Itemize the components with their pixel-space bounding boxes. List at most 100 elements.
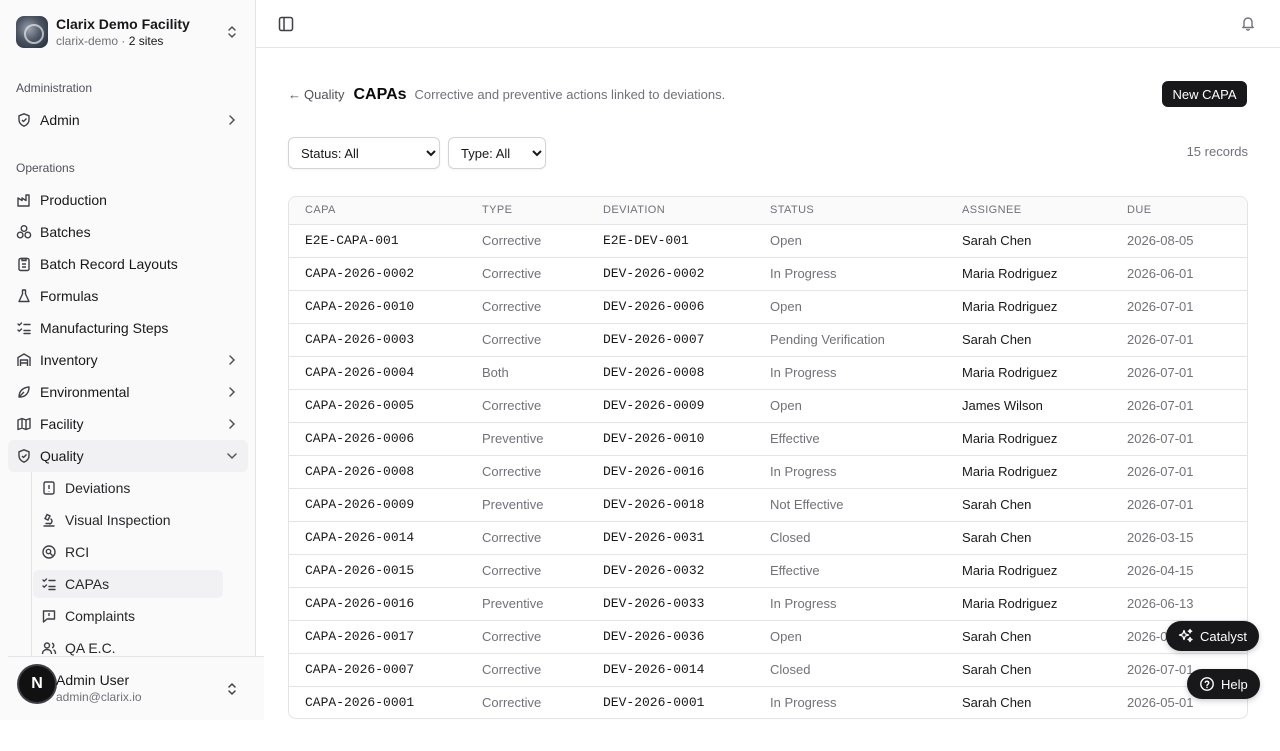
sidebar-item-deviations[interactable]: Deviations: [33, 474, 223, 502]
sidebar-item-manufacturing-steps[interactable]: Manufacturing Steps: [8, 312, 248, 344]
column-header-capa[interactable]: CAPA: [289, 197, 466, 225]
user-email: admin@clarix.io: [56, 690, 142, 704]
deviation-id-cell[interactable]: DEV-2026-0009: [587, 389, 754, 422]
sidebar-item-quality[interactable]: Quality: [8, 440, 248, 472]
assignee-cell: Sarah Chen: [962, 332, 1032, 347]
capa-id-cell[interactable]: CAPA-2026-0017: [289, 620, 466, 653]
due-date-cell: 2026-07-01: [1127, 299, 1194, 314]
due-date-cell: 2026-08-05: [1127, 233, 1194, 248]
table-row[interactable]: CAPA-2026-0003 Corrective DEV-2026-0007 Pen…: [289, 323, 1247, 356]
bell-icon[interactable]: [1240, 15, 1256, 31]
table-row[interactable]: E2E-CAPA-001 Corrective E2E-DEV-001 Open Sar…: [289, 224, 1247, 257]
chevrons-up-down-icon: [228, 683, 236, 695]
submenu-rail: [31, 472, 32, 662]
table-header-row: CAPA TYPE DEVIATION STATUS ASSIGNEE DUE: [289, 197, 1247, 225]
deviation-id-cell[interactable]: DEV-2026-0032: [587, 554, 754, 587]
capa-id-cell[interactable]: CAPA-2026-0014: [289, 521, 466, 554]
capa-id-cell[interactable]: CAPA-2026-0002: [289, 257, 466, 290]
deviation-id-cell[interactable]: DEV-2026-0033: [587, 587, 754, 620]
deviation-id-cell[interactable]: DEV-2026-0010: [587, 422, 754, 455]
deviation-id-cell[interactable]: DEV-2026-0014: [587, 653, 754, 686]
help-button[interactable]: Help: [1187, 669, 1260, 699]
table-row[interactable]: CAPA-2026-0008 Corrective DEV-2026-0016 In …: [289, 455, 1247, 488]
sidebar-item-complaints[interactable]: Complaints: [33, 602, 223, 630]
capa-id-cell[interactable]: CAPA-2026-0004: [289, 356, 466, 389]
column-header-deviation[interactable]: DEVIATION: [587, 197, 754, 225]
capa-id-cell[interactable]: CAPA-2026-0008: [289, 455, 466, 488]
chevron-right-icon: [229, 387, 236, 397]
assignee-cell: Maria Rodriguez: [962, 365, 1058, 380]
deviation-id-cell[interactable]: DEV-2026-0001: [587, 686, 754, 718]
table-row[interactable]: CAPA-2026-0009 Preventive DEV-2026-0018 Not…: [289, 488, 1247, 521]
deviation-id-cell[interactable]: DEV-2026-0006: [587, 290, 754, 323]
capa-id-cell[interactable]: CAPA-2026-0009: [289, 488, 466, 521]
avatar: N: [19, 666, 55, 702]
table-row[interactable]: CAPA-2026-0001 Corrective DEV-2026-0001 In …: [289, 686, 1247, 718]
capa-id-cell[interactable]: CAPA-2026-0005: [289, 389, 466, 422]
table-row[interactable]: CAPA-2026-0017 Corrective DEV-2026-0036 Ope…: [289, 620, 1247, 653]
capa-id-cell[interactable]: E2E-CAPA-001: [289, 224, 466, 257]
sidebar-item-production[interactable]: Production: [8, 184, 248, 216]
sidebar-item-batch-record-layouts[interactable]: Batch Record Layouts: [8, 248, 248, 280]
sidebar-item-capas[interactable]: CAPAs: [33, 570, 223, 598]
status-filter-select[interactable]: Status: All: [288, 137, 440, 169]
table-row[interactable]: CAPA-2026-0015 Corrective DEV-2026-0032 Eff…: [289, 554, 1247, 587]
capa-id-cell[interactable]: CAPA-2026-0007: [289, 653, 466, 686]
deviation-id-cell[interactable]: E2E-DEV-001: [587, 224, 754, 257]
status-cell: Open: [770, 299, 802, 314]
sidebar-item-batches[interactable]: Batches: [8, 216, 248, 248]
back-link[interactable]: ← Quality: [288, 87, 344, 102]
due-date-cell: 2026-07-01: [1127, 398, 1194, 413]
capa-id-cell[interactable]: CAPA-2026-0006: [289, 422, 466, 455]
status-cell: In Progress: [770, 365, 837, 380]
table-row[interactable]: CAPA-2026-0004 Both DEV-2026-0008 In Progre…: [289, 356, 1247, 389]
deviation-id-cell[interactable]: DEV-2026-0036: [587, 620, 754, 653]
sidebar-item-inventory[interactable]: Inventory: [8, 344, 248, 376]
sidebar-item-visual-inspection[interactable]: Visual Inspection: [33, 506, 223, 534]
table-row[interactable]: CAPA-2026-0005 Corrective DEV-2026-0009 Ope…: [289, 389, 1247, 422]
table-row[interactable]: CAPA-2026-0016 Preventive DEV-2026-0033 In …: [289, 587, 1247, 620]
sidebar-item-facility[interactable]: Facility: [8, 408, 248, 440]
column-header-assignee[interactable]: ASSIGNEE: [946, 197, 1111, 225]
deviation-id-cell[interactable]: DEV-2026-0008: [587, 356, 754, 389]
column-header-type[interactable]: TYPE: [466, 197, 587, 225]
type-cell: Both: [482, 365, 509, 380]
type-cell: Corrective: [482, 662, 542, 677]
sidebar-item-rci[interactable]: RCI: [33, 538, 223, 566]
capa-id-cell[interactable]: CAPA-2026-0003: [289, 323, 466, 356]
sidebar-item-label: Formulas: [40, 288, 99, 304]
deviation-id-cell[interactable]: DEV-2026-0018: [587, 488, 754, 521]
panel-left-icon[interactable]: [277, 15, 295, 33]
chevrons-up-down-icon: [228, 26, 236, 38]
capa-id-cell[interactable]: CAPA-2026-0016: [289, 587, 466, 620]
table-row[interactable]: CAPA-2026-0010 Corrective DEV-2026-0006 Ope…: [289, 290, 1247, 323]
deviation-id-cell[interactable]: DEV-2026-0002: [587, 257, 754, 290]
assignee-cell: Maria Rodriguez: [962, 464, 1058, 479]
capa-id-cell[interactable]: CAPA-2026-0010: [289, 290, 466, 323]
org-switcher[interactable]: Clarix Demo Facility clarix-demo · 2 sit…: [8, 8, 248, 56]
deviation-id-cell[interactable]: DEV-2026-0016: [587, 455, 754, 488]
table-row[interactable]: CAPA-2026-0007 Corrective DEV-2026-0014 Clo…: [289, 653, 1247, 686]
sidebar-item-formulas[interactable]: Formulas: [8, 280, 248, 312]
column-header-status[interactable]: STATUS: [754, 197, 946, 225]
type-cell: Corrective: [482, 398, 542, 413]
status-cell: Open: [770, 233, 802, 248]
type-filter-select[interactable]: Type: All: [448, 137, 546, 169]
page-description: Corrective and preventive actions linked…: [414, 87, 726, 102]
deviation-id-cell[interactable]: DEV-2026-0031: [587, 521, 754, 554]
sidebar-item-environmental[interactable]: Environmental: [8, 376, 248, 408]
deviation-id-cell[interactable]: DEV-2026-0007: [587, 323, 754, 356]
sidebar-item-admin[interactable]: Admin: [8, 104, 248, 136]
status-cell: Effective: [770, 431, 820, 446]
column-header-due[interactable]: DUE: [1111, 197, 1247, 225]
table-row[interactable]: CAPA-2026-0014 Corrective DEV-2026-0031 Clo…: [289, 521, 1247, 554]
warehouse-icon: [16, 352, 32, 368]
new-capa-button[interactable]: New CAPA: [1162, 81, 1247, 107]
catalyst-button[interactable]: Catalyst: [1166, 621, 1259, 651]
table-row[interactable]: CAPA-2026-0006 Preventive DEV-2026-0010 Eff…: [289, 422, 1247, 455]
capa-id-cell[interactable]: CAPA-2026-0001: [289, 686, 466, 718]
user-menu[interactable]: N Admin User admin@clarix.io: [8, 656, 264, 720]
capa-id-cell[interactable]: CAPA-2026-0015: [289, 554, 466, 587]
type-cell: Corrective: [482, 233, 542, 248]
table-row[interactable]: CAPA-2026-0002 Corrective DEV-2026-0002 In …: [289, 257, 1247, 290]
